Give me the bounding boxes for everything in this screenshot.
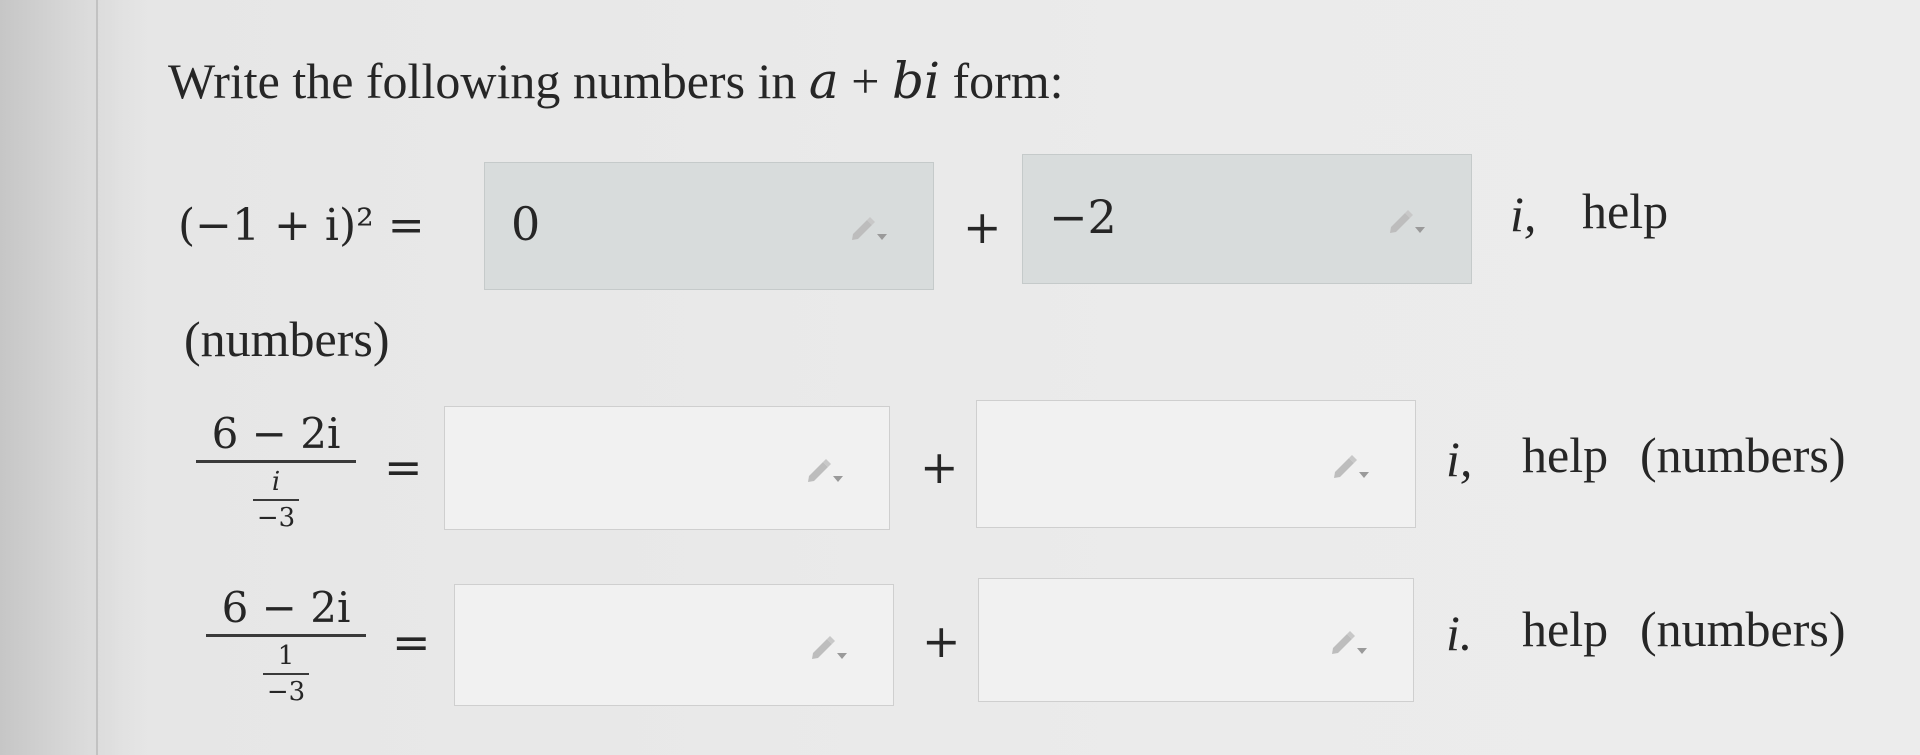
problem-1-real-input[interactable]: 0 <box>484 162 934 290</box>
pencil-dropdown-icon[interactable] <box>1329 628 1369 658</box>
page-border <box>96 0 98 755</box>
a-variable: a <box>808 52 839 110</box>
pencil-dropdown-icon[interactable] <box>849 214 889 244</box>
problem-2-numbers-link[interactable]: (numbers) <box>1640 426 1846 484</box>
fraction-bar <box>196 460 356 463</box>
problem-3-equals: = <box>392 615 431 669</box>
pencil-dropdown-icon[interactable] <box>805 456 845 486</box>
fraction-bar <box>206 634 366 637</box>
problem-3-numerator: 6 − 2i <box>221 583 351 632</box>
pencil-dropdown-icon[interactable] <box>809 633 849 663</box>
problem-1-imag-value: −2 <box>1049 189 1117 244</box>
pencil-dropdown-icon[interactable] <box>1387 207 1427 237</box>
problem-3-help-link[interactable]: help <box>1522 600 1608 658</box>
problem-2-help-link[interactable]: help <box>1522 426 1608 484</box>
problem-2-inner-numerator: i <box>271 467 281 497</box>
problem-3-inner-numerator: 1 <box>277 641 295 671</box>
problem-2-plus: + <box>920 440 959 494</box>
problem-2-inner-denominator: −3 <box>256 503 296 533</box>
problem-3-imag-input[interactable] <box>978 578 1414 702</box>
fraction-bar <box>263 673 309 675</box>
problem-1-imag-input[interactable]: −2 <box>1022 154 1472 284</box>
instructions: Write the following numbers in a + bi fo… <box>168 52 1064 110</box>
problem-2-real-input[interactable] <box>444 406 890 530</box>
problem-2-numerator: 6 − 2i <box>211 409 341 458</box>
problem-3-fraction: 6 − 2i 1 −3 <box>206 582 366 707</box>
problem-3-real-input[interactable] <box>454 584 894 706</box>
left-shadow <box>0 0 150 755</box>
problem-3-i-suffix: i. <box>1446 605 1473 661</box>
bi-variable: bi <box>891 52 940 110</box>
problem-1-i-suffix: i, <box>1510 186 1537 242</box>
problem-1-expression: (−1 + i)² = <box>178 200 425 251</box>
plus-sign: + <box>838 53 892 109</box>
problem-2-denominator: i −3 <box>253 467 299 533</box>
problem-2-equals: = <box>384 440 423 494</box>
problem-2-imag-input[interactable] <box>976 400 1416 528</box>
problem-1-help-link[interactable]: help <box>1582 182 1668 240</box>
problem-1-plus: + <box>963 200 1002 254</box>
pencil-dropdown-icon[interactable] <box>1331 452 1371 482</box>
problem-2-fraction: 6 − 2i i −3 <box>196 408 356 533</box>
problem-3-inner-denominator: −3 <box>266 677 306 707</box>
problem-1-real-value: 0 <box>511 196 541 251</box>
problem-3-plus: + <box>922 614 961 668</box>
instructions-prefix: Write the following numbers in <box>168 53 809 109</box>
problem-2-i-suffix: i, <box>1446 431 1473 487</box>
instructions-suffix: form: <box>939 53 1064 109</box>
fraction-bar <box>253 499 299 501</box>
problem-1-numbers-link[interactable]: (numbers) <box>184 310 390 368</box>
problem-3-numbers-link[interactable]: (numbers) <box>1640 600 1846 658</box>
problem-3-denominator: 1 −3 <box>263 641 309 707</box>
